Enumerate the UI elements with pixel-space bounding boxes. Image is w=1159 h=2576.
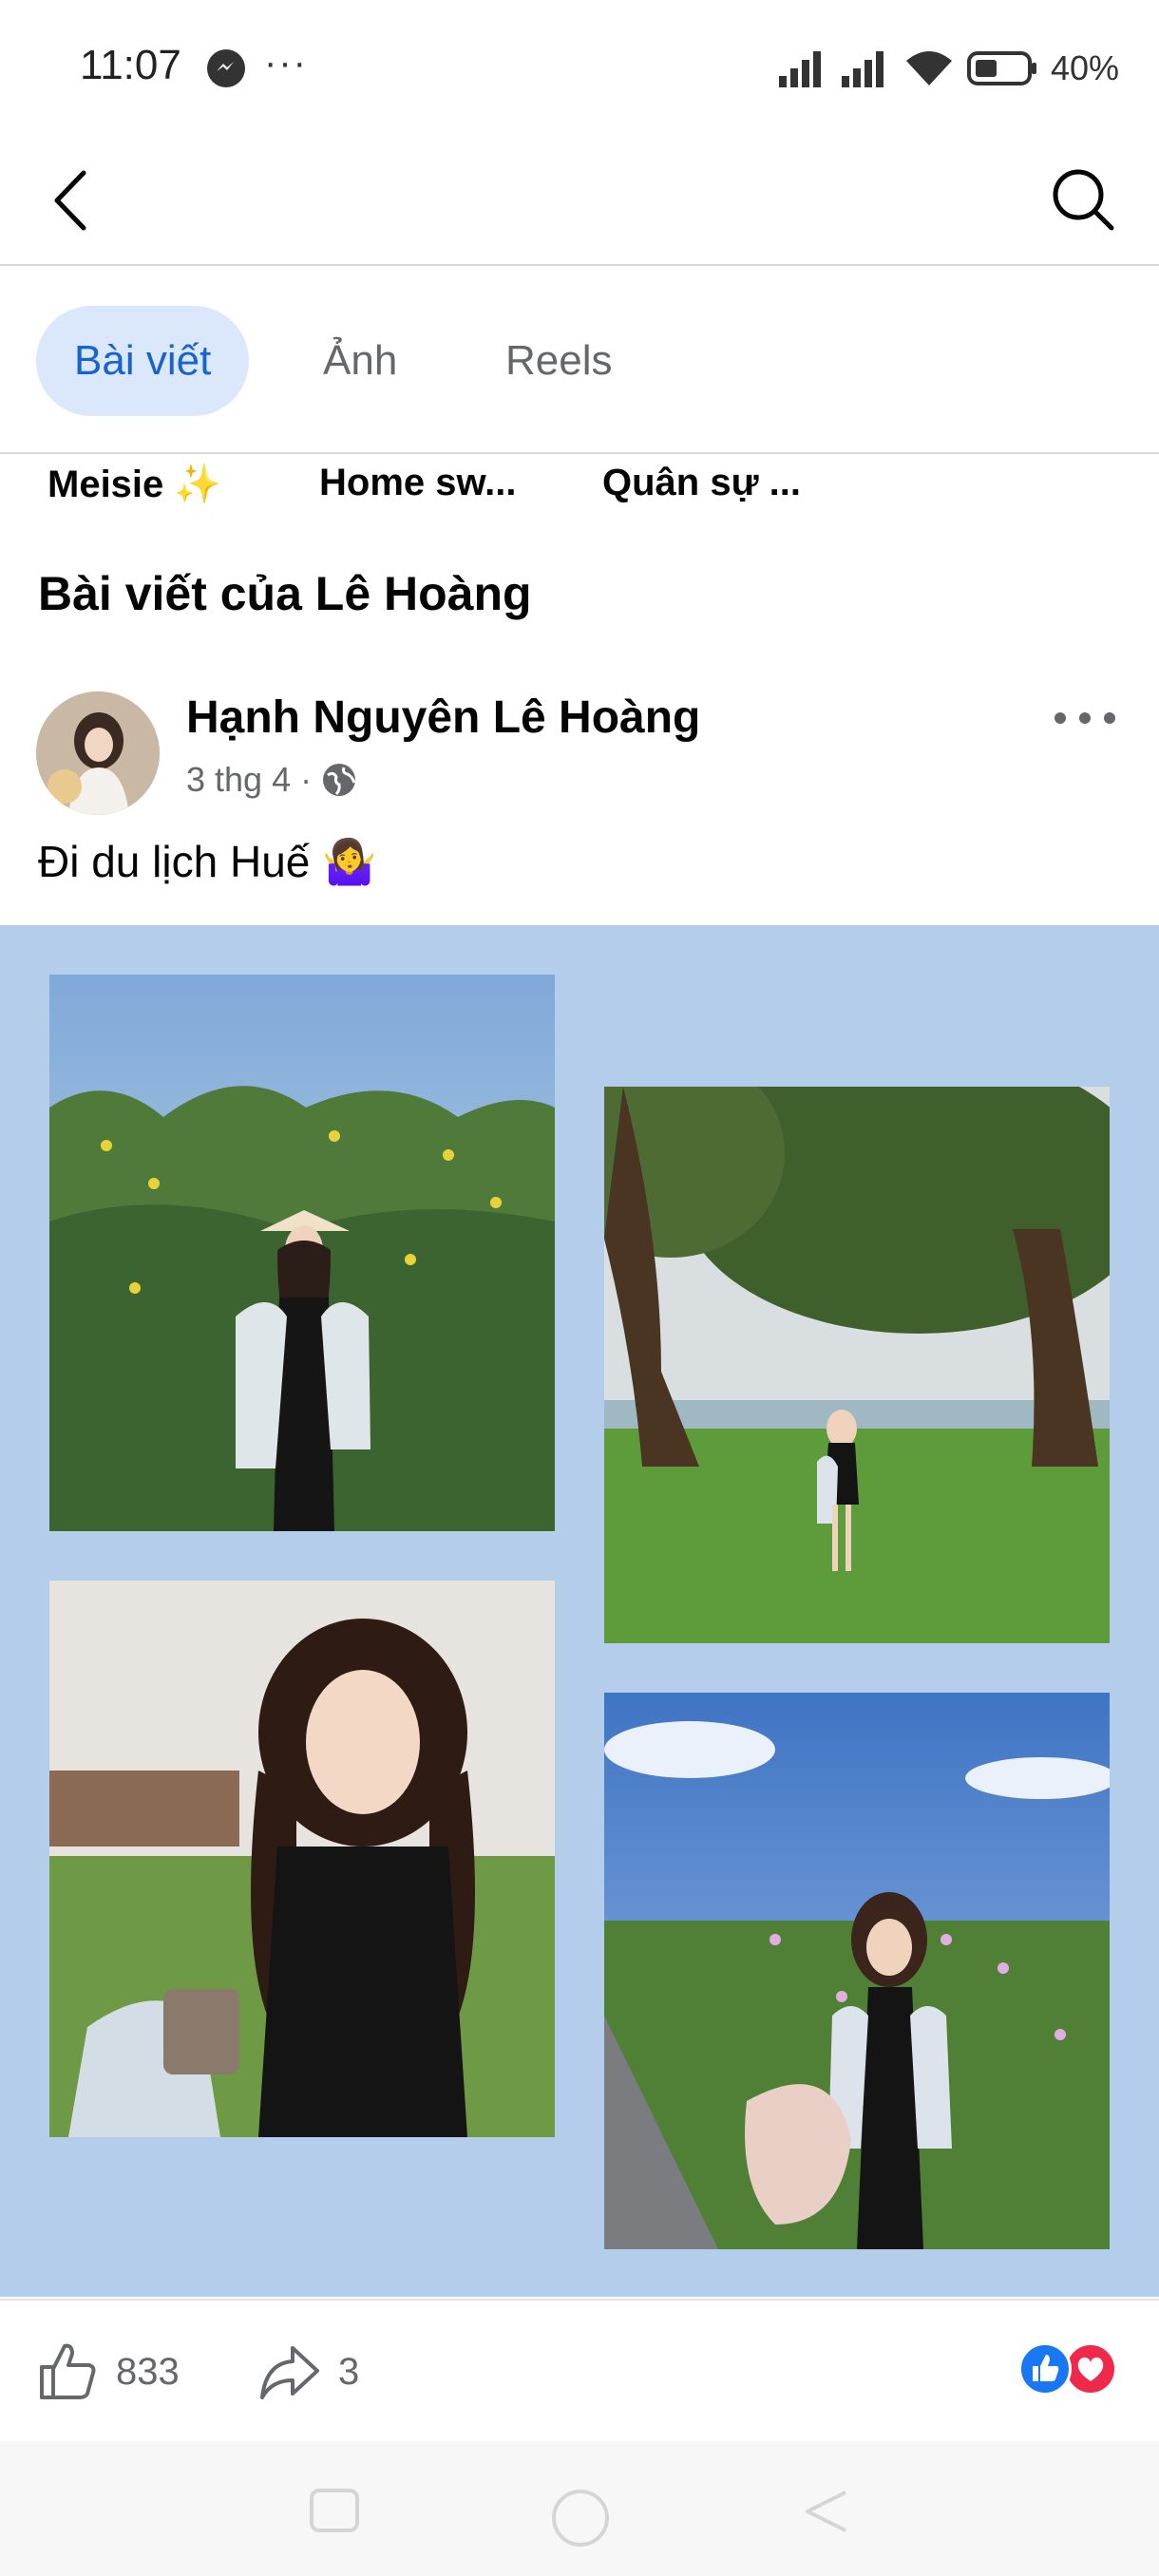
profile-tabs: Bài viết Ảnh Reels	[0, 268, 1159, 454]
like-count: 833	[116, 2350, 180, 2393]
like-reaction-icon	[1018, 2342, 1072, 2396]
share-count: 3	[338, 2350, 360, 2393]
post-options-button[interactable]	[1049, 699, 1121, 737]
status-bar: 11:07 ··· 40%	[0, 0, 1159, 133]
back-button[interactable]	[42, 167, 103, 234]
recents-icon[interactable]	[306, 2487, 363, 2534]
chip-home[interactable]: Home sw...	[319, 462, 516, 504]
section-title: Bài viết của Lê Hoàng	[38, 567, 532, 620]
more-icon	[1054, 712, 1115, 724]
share-button[interactable]: 3	[258, 2340, 359, 2403]
signal-icon	[841, 51, 884, 87]
status-indicators: 40%	[778, 40, 1119, 97]
like-button[interactable]: 833	[36, 2340, 180, 2403]
avatar[interactable]	[36, 691, 160, 815]
tab-posts[interactable]: Bài viết	[36, 306, 250, 416]
home-icon[interactable]	[549, 2487, 612, 2549]
post-caption: Đi du lịch Huế 🤷‍♀️	[38, 837, 377, 886]
post-actions: 833 3	[0, 2299, 1159, 2441]
meta-separator: ·	[300, 760, 313, 799]
photo-collage[interactable]	[0, 925, 1159, 2297]
post-date[interactable]: 3 thg 4	[186, 760, 291, 800]
chip-quan-su[interactable]: Quân sự ...	[602, 462, 801, 504]
globe-icon	[323, 764, 356, 796]
back-nav-icon[interactable]	[798, 2487, 855, 2534]
photo-flower-field-hat[interactable]	[49, 975, 555, 1531]
system-nav-bar	[0, 2441, 1159, 2576]
messenger-icon	[207, 49, 245, 87]
wifi-icon	[905, 51, 952, 85]
battery-percent: 40%	[1050, 48, 1119, 87]
search-button[interactable]	[1049, 165, 1117, 234]
signal-icon	[778, 51, 821, 87]
love-reaction-icon	[1064, 2342, 1117, 2396]
tab-photos[interactable]: Ảnh	[285, 306, 435, 416]
chip-meisie[interactable]: Meisie ✨	[48, 462, 221, 506]
search-icon	[1053, 169, 1114, 231]
photo-portrait-river[interactable]	[49, 1581, 555, 2137]
tab-reels[interactable]: Reels	[467, 306, 651, 416]
post-author[interactable]: Hạnh Nguyên Lê Hoàng	[186, 691, 700, 744]
back-arrow-icon	[54, 170, 86, 231]
photo-tree-riverside[interactable]	[604, 1087, 1110, 1643]
battery-icon	[966, 51, 1036, 85]
post-meta: 3 thg 4 ·	[186, 760, 357, 800]
photo-flowers-path[interactable]	[604, 1693, 1110, 2249]
top-nav	[0, 133, 1159, 266]
like-icon	[40, 2343, 96, 2399]
reaction-summary[interactable]	[1018, 2342, 1117, 2396]
share-icon	[260, 2346, 319, 2399]
notification-dots: ···	[264, 42, 308, 84]
status-time: 11:07	[80, 42, 181, 88]
category-chips: Meisie ✨ Home sw... Quân sự ...	[0, 456, 1159, 526]
